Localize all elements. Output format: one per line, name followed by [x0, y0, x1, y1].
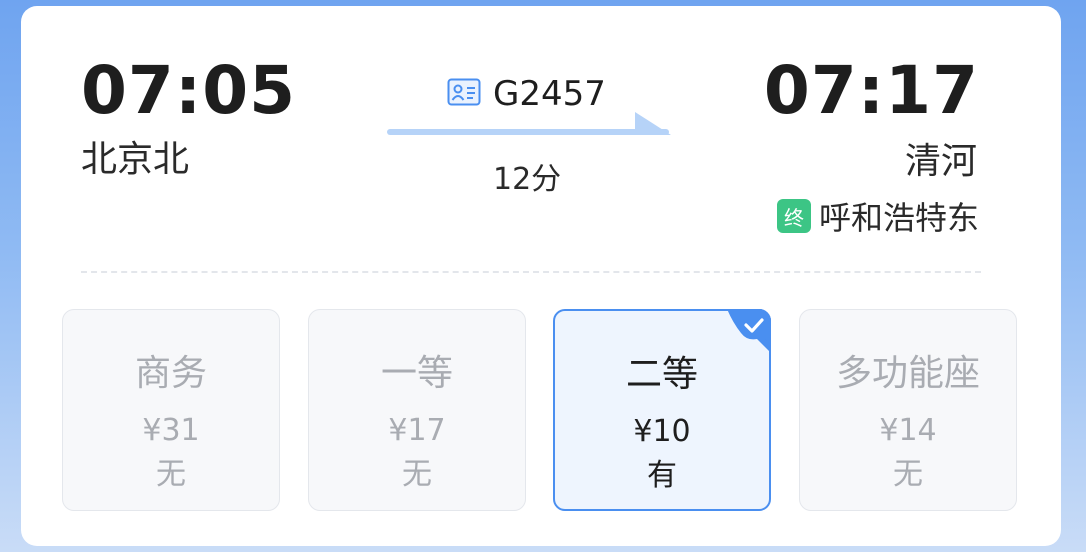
arrival-station: 清河	[904, 141, 977, 182]
seat-availability: 无	[893, 457, 923, 492]
seat-availability: 无	[402, 457, 432, 492]
seat-option-second-class[interactable]: 二等 ¥10 有	[553, 309, 771, 511]
train-info[interactable]: G2457	[447, 72, 606, 116]
seat-price: ¥14	[879, 413, 937, 448]
seat-availability: 有	[647, 458, 677, 493]
departure-time: 07:05	[81, 52, 297, 129]
terminal-station: 呼和浩特东	[818, 199, 979, 237]
seat-price: ¥17	[388, 413, 446, 448]
divider	[81, 271, 981, 273]
route-arrow-icon	[387, 112, 671, 135]
train-ticket-card: 07:05 北京北 G2457 12分 07:17 清河 终 呼和浩特东 商务 …	[21, 6, 1061, 546]
arrival-time: 07:17	[763, 52, 979, 129]
seat-name: 商务	[134, 353, 207, 394]
seat-option-business[interactable]: 商务 ¥31 无	[62, 309, 280, 511]
terminal-info: 终 呼和浩特东	[776, 196, 979, 237]
seat-name: 一等	[380, 353, 453, 394]
seat-availability: 无	[156, 457, 186, 492]
checkmark-icon	[727, 309, 771, 353]
train-number: G2457	[493, 74, 606, 114]
seat-price: ¥31	[142, 413, 200, 448]
seat-name: 多功能座	[835, 353, 980, 394]
seat-option-multifunction[interactable]: 多功能座 ¥14 无	[799, 309, 1017, 511]
duration: 12分	[493, 162, 562, 197]
seat-name: 二等	[625, 354, 698, 395]
seat-option-first-class[interactable]: 一等 ¥17 无	[308, 309, 526, 511]
departure-station: 北京北	[81, 139, 190, 180]
terminal-badge: 终	[776, 199, 811, 233]
id-card-icon	[447, 78, 481, 110]
seat-price: ¥10	[633, 414, 691, 449]
